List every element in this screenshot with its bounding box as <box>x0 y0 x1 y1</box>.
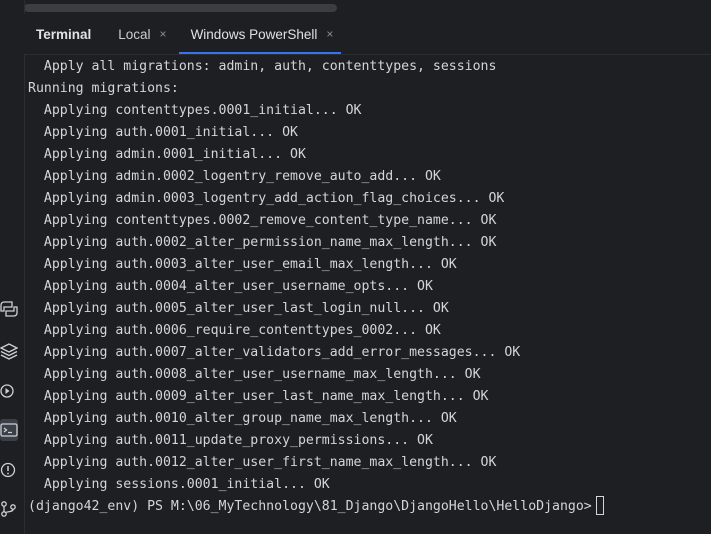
terminal-line: Applying auth.0007_alter_validators_add_… <box>28 345 521 360</box>
services-icon[interactable] <box>0 380 18 402</box>
terminal-output[interactable]: Apply all migrations: admin, auth, conte… <box>28 56 711 534</box>
terminal-line: Applying auth.0008_alter_user_username_m… <box>28 367 481 382</box>
terminal-line: Applying auth.0011_update_proxy_permissi… <box>28 433 433 448</box>
close-icon[interactable]: × <box>160 27 167 41</box>
terminal-line: Applying auth.0001_initial... OK <box>28 125 298 140</box>
terminal-line: Applying contenttypes.0002_remove_conten… <box>28 213 497 228</box>
terminal-line: Applying auth.0004_alter_user_username_o… <box>28 279 433 294</box>
terminal-line: Applying auth.0010_alter_group_name_max_… <box>28 411 457 426</box>
close-icon[interactable]: × <box>326 27 333 41</box>
tab-local[interactable]: Local × <box>104 14 176 54</box>
horizontal-scrollbar[interactable] <box>24 4 337 12</box>
left-tool-strip <box>0 0 25 534</box>
tab-label: Windows PowerShell <box>190 26 318 42</box>
terminal-line: Applying sessions.0001_initial... OK <box>28 477 330 492</box>
terminal-line: Applying auth.0002_alter_permission_name… <box>28 235 497 250</box>
terminal-line: Running migrations: <box>28 81 179 96</box>
python-console-icon[interactable] <box>0 298 18 320</box>
tab-windows-powershell[interactable]: Windows PowerShell × <box>177 14 344 54</box>
terminal-line: Applying admin.0003_logentry_add_action_… <box>28 191 505 206</box>
terminal-panel-title: Terminal <box>36 26 92 42</box>
terminal-line: Applying auth.0005_alter_user_last_login… <box>28 301 449 316</box>
problems-icon[interactable] <box>0 459 18 481</box>
terminal-line: Applying auth.0003_alter_user_email_max_… <box>28 257 457 272</box>
tab-label: Local <box>118 26 151 42</box>
terminal-tab-bar: Terminal Local × Windows PowerShell × <box>24 14 711 55</box>
prompt-line[interactable]: (django42_env) PS M:\06_MyTechnology\81_… <box>28 496 711 518</box>
terminal-icon[interactable] <box>0 419 18 441</box>
terminal-line: Applying auth.0006_require_contenttypes_… <box>28 323 441 338</box>
terminal-line: Applying auth.0012_alter_user_first_name… <box>28 455 497 470</box>
terminal-line: Applying auth.0009_alter_user_last_name_… <box>28 389 489 404</box>
terminal-line: Applying admin.0002_logentry_remove_auto… <box>28 169 441 184</box>
terminal-line: Apply all migrations: admin, auth, conte… <box>28 59 497 74</box>
terminal-line: Applying contenttypes.0001_initial... OK <box>28 103 362 118</box>
shell-prompt: (django42_env) PS M:\06_MyTechnology\81_… <box>28 499 592 514</box>
top-strip <box>0 0 711 14</box>
git-icon[interactable] <box>0 498 18 520</box>
terminal-line: Applying admin.0001_initial... OK <box>28 147 306 162</box>
layers-icon[interactable] <box>0 340 18 362</box>
text-cursor <box>595 496 604 515</box>
